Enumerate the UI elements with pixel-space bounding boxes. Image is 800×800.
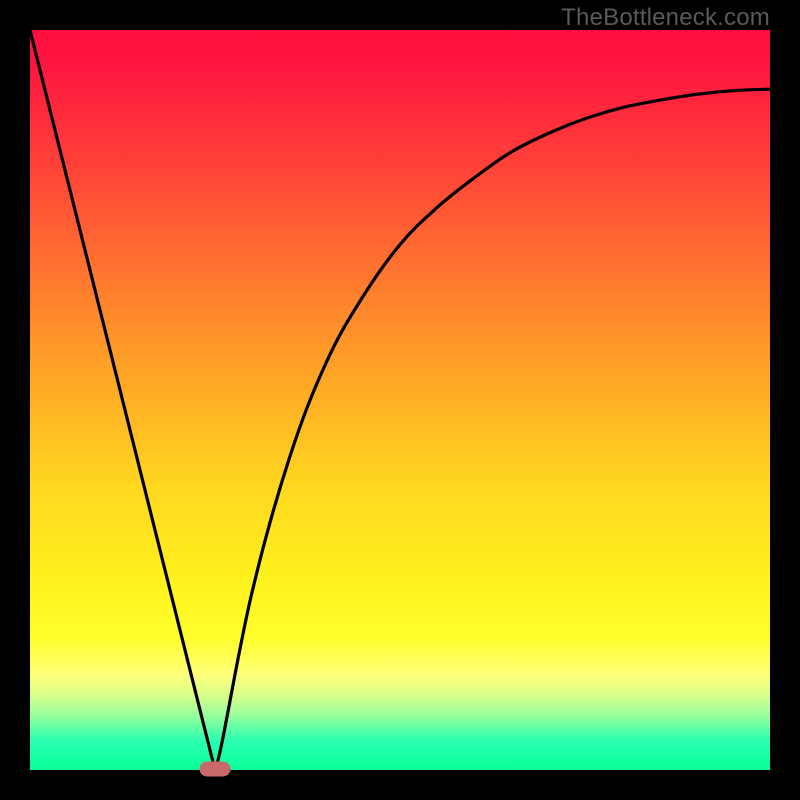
chart-frame: TheBottleneck.com: [0, 0, 800, 800]
optimum-marker: [200, 762, 230, 776]
plot-area: [30, 30, 770, 770]
watermark-text: TheBottleneck.com: [561, 4, 770, 32]
bottleneck-curve: [30, 30, 770, 770]
curve-path: [30, 30, 770, 770]
